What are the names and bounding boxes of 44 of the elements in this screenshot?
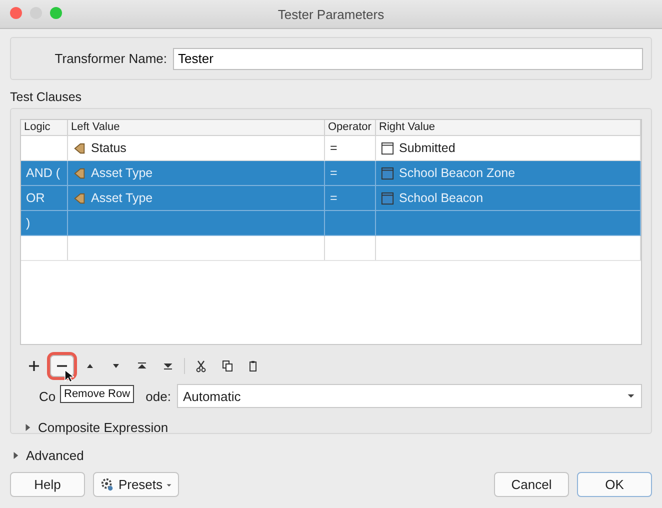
table-cell: OR [26,191,45,205]
field-label: Transformer Name: [54,51,167,66]
table-cell: = [330,191,338,205]
table-cell: Asset Type [91,191,153,205]
table-cell: School Beacon [399,191,484,205]
ok-button[interactable]: OK [577,472,652,497]
table-cell: ) [26,216,30,230]
help-button[interactable]: Help [10,472,85,497]
column-header[interactable]: Left Value [68,120,325,135]
field-label: ode: [146,388,171,404]
disclosure-triangle-icon [24,424,31,431]
section-title: Test Clauses [10,90,83,104]
table-cell: = [330,166,338,180]
table-cell: Asset Type [91,166,153,180]
value-icon [381,142,394,154]
table-cell: AND ( [26,166,60,180]
presets-button[interactable]: Presets [93,472,179,497]
table-cell: = [330,141,338,155]
cancel-button[interactable]: Cancel [494,472,569,497]
disclosure-toggle[interactable]: Composite Expression [24,420,168,435]
attribute-icon [73,142,86,154]
copy-icon [220,359,234,373]
table-cell: Submitted [399,141,456,155]
column-header[interactable]: Operator [325,120,376,135]
input-field[interactable]: Tester [173,48,643,70]
disclosure-triangle-icon [12,452,19,459]
tooltip: Remove Row [60,385,134,403]
field-label: Co [39,388,56,404]
value-icon [381,166,394,180]
attribute-icon [73,166,86,180]
dropdown-arrow-icon [627,392,635,400]
scissors-icon [194,359,208,373]
table-cell: Status [91,141,126,155]
column-header[interactable]: Right Value [376,120,641,135]
table-cell: School Beacon Zone [399,166,516,180]
gear-icon [100,477,116,492]
mode-dropdown[interactable]: Automatic [176,384,642,408]
column-header[interactable]: Logic [21,120,68,135]
window-title: Tester Parameters [278,6,384,22]
value-icon [381,192,394,204]
plus-icon [27,359,41,373]
disclosure-toggle[interactable]: Advanced [12,448,84,463]
caret-icon [166,482,172,488]
attribute-icon [73,192,86,204]
